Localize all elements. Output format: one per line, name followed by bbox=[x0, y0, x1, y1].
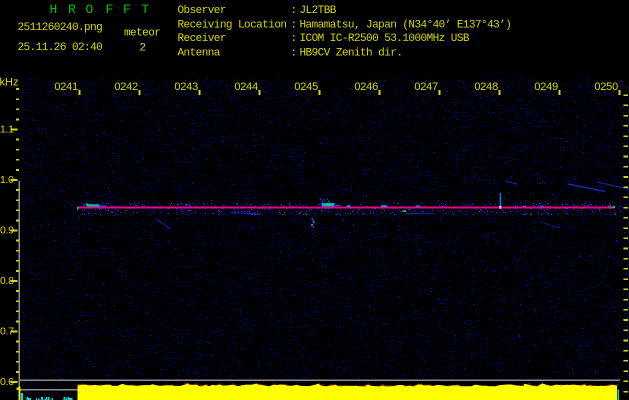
svg-text::: : bbox=[291, 19, 297, 31]
svg-text:F: F bbox=[106, 2, 114, 17]
svg-text:Receiving Location: Receiving Location bbox=[178, 19, 287, 31]
svg-text:HB9CV Zenith dir.: HB9CV Zenith dir. bbox=[300, 47, 403, 59]
svg-text:kHz: kHz bbox=[0, 77, 18, 89]
svg-text:0242: 0242 bbox=[114, 81, 138, 93]
svg-text:2511260240.png: 2511260240.png bbox=[18, 22, 103, 34]
svg-text:0243: 0243 bbox=[174, 81, 198, 93]
svg-text:0.9: 0.9 bbox=[0, 225, 14, 237]
svg-text:0248: 0248 bbox=[474, 81, 498, 93]
svg-text:25.11.26 02:40: 25.11.26 02:40 bbox=[18, 42, 103, 54]
svg-text:0244: 0244 bbox=[234, 81, 258, 93]
svg-text:1.0: 1.0 bbox=[0, 174, 14, 186]
svg-text:F: F bbox=[123, 2, 131, 17]
svg-text:0249: 0249 bbox=[534, 81, 558, 93]
svg-text:0.8: 0.8 bbox=[0, 275, 14, 287]
svg-text:R: R bbox=[68, 2, 76, 17]
svg-text::: : bbox=[291, 5, 297, 17]
svg-text:Hamamatsu, Japan (N34°40’ E137: Hamamatsu, Japan (N34°40’ E137°43’) bbox=[300, 19, 512, 31]
svg-text::: : bbox=[291, 47, 297, 59]
svg-text:0245: 0245 bbox=[294, 81, 318, 93]
svg-text:0241: 0241 bbox=[54, 81, 78, 93]
svg-text:T: T bbox=[141, 2, 149, 17]
svg-text:1.1: 1.1 bbox=[0, 124, 14, 136]
svg-text:0247: 0247 bbox=[414, 81, 438, 93]
svg-text:meteor: meteor bbox=[124, 28, 160, 40]
svg-text::: : bbox=[291, 33, 297, 45]
svg-text:Receiver: Receiver bbox=[178, 33, 226, 45]
svg-text:0.7: 0.7 bbox=[0, 326, 14, 338]
svg-text:0250: 0250 bbox=[594, 81, 618, 93]
svg-text:0246: 0246 bbox=[354, 81, 378, 93]
svg-text:ICOM IC-R2500 53.1000MHz USB: ICOM IC-R2500 53.1000MHz USB bbox=[300, 33, 470, 45]
svg-text:2: 2 bbox=[140, 43, 146, 55]
svg-text:JL2TBB: JL2TBB bbox=[300, 5, 337, 17]
svg-text:Observer: Observer bbox=[178, 5, 226, 17]
svg-text:Antenna: Antenna bbox=[178, 47, 221, 59]
svg-text:O: O bbox=[86, 2, 94, 17]
svg-text:H: H bbox=[50, 2, 58, 17]
svg-text:0.6: 0.6 bbox=[0, 376, 14, 388]
